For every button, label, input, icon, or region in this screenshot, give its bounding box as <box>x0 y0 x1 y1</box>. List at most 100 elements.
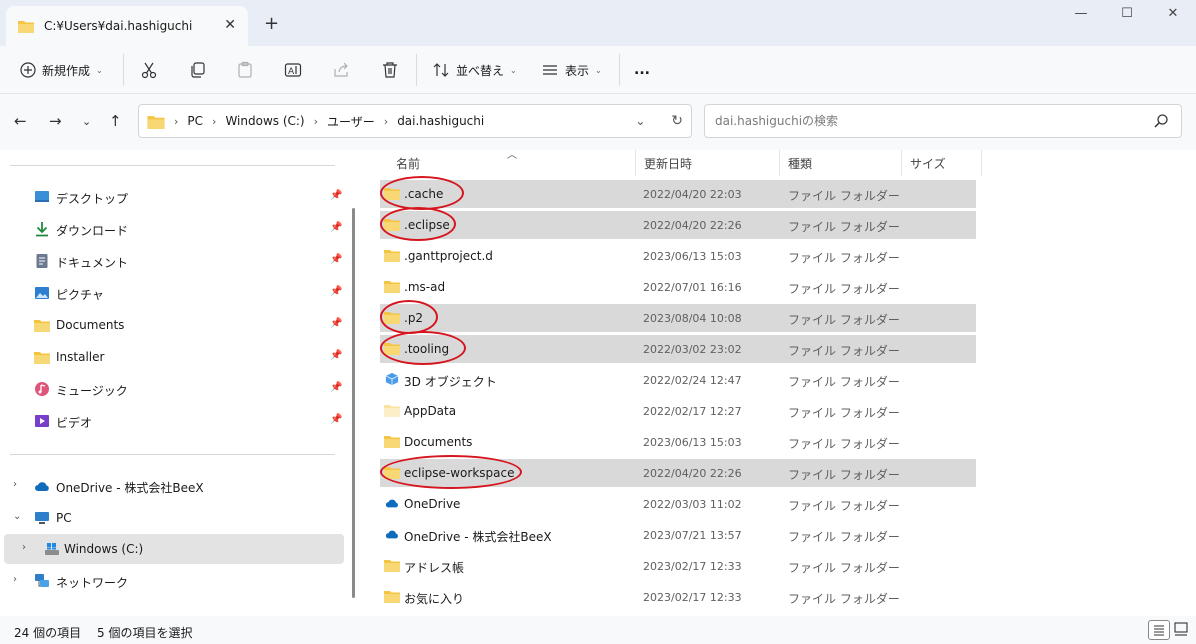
file-name: OneDrive <box>404 497 461 511</box>
column-header-date[interactable]: 更新日時 <box>636 150 780 176</box>
file-row[interactable]: .p2 2023/08/04 10:08 ファイル フォルダー <box>380 304 976 332</box>
folder-icon <box>384 219 400 231</box>
file-row[interactable]: お気に入り 2023/02/17 12:33 ファイル フォルダー <box>380 583 976 611</box>
new-button[interactable]: 新規作成 ⌄ <box>20 58 103 82</box>
minimize-button[interactable]: — <box>1066 6 1096 26</box>
up-button[interactable]: ↑ <box>109 112 122 130</box>
recent-locations-button[interactable]: ⌄ <box>82 115 91 128</box>
pin-icon[interactable]: 📌 <box>330 254 342 265</box>
file-name: Documents <box>404 435 473 449</box>
file-date: 2022/02/24 12:47 <box>643 374 742 387</box>
nav-item-desktop[interactable]: デスクトップ 📌 <box>0 182 344 212</box>
view-button[interactable]: 表示 ⌄ <box>541 58 602 82</box>
share-button[interactable] <box>332 58 350 82</box>
chevron-down-icon[interactable]: ⌄ <box>13 511 21 522</box>
details-view-button[interactable] <box>1148 620 1170 640</box>
sort-button[interactable]: 並べ替え ⌄ <box>432 58 517 82</box>
maximize-button[interactable]: ☐ <box>1112 6 1142 26</box>
file-row[interactable]: Documents 2023/06/13 15:03 ファイル フォルダー <box>380 428 976 456</box>
nav-label: ドキュメント <box>56 256 129 270</box>
rename-button[interactable]: A <box>284 58 302 82</box>
nav-item-windows-c[interactable]: › Windows (C:) <box>4 534 344 564</box>
network-icon <box>35 574 49 587</box>
breadcrumb-separator-icon[interactable]: › <box>384 115 388 128</box>
nav-item-pictures[interactable]: ピクチャ 📌 <box>0 278 344 308</box>
file-type: ファイル フォルダー <box>788 344 900 358</box>
folder-icon <box>34 320 50 332</box>
folder-icon <box>384 250 400 262</box>
pin-icon[interactable]: 📌 <box>330 318 342 329</box>
new-tab-button[interactable]: + <box>264 13 279 34</box>
file-row[interactable]: OneDrive 2022/03/03 11:02 ファイル フォルダー <box>380 490 976 518</box>
forward-button[interactable]: → <box>49 112 62 130</box>
file-name: .tooling <box>404 342 450 356</box>
nav-item-documents-jp[interactable]: ドキュメント 📌 <box>0 246 344 276</box>
address-bar[interactable]: › PC › Windows (C:) › ユーザー › dai.hashigu… <box>138 104 692 138</box>
breadcrumb-users[interactable]: ユーザー <box>327 113 375 130</box>
tab-close-icon[interactable]: ✕ <box>224 17 236 33</box>
chevron-right-icon[interactable]: › <box>22 542 26 553</box>
nav-divider <box>10 454 335 455</box>
nav-item-videos[interactable]: ビデオ 📌 <box>0 406 344 436</box>
back-button[interactable]: ← <box>14 112 27 130</box>
chevron-right-icon[interactable]: › <box>13 479 17 490</box>
file-row[interactable]: .ms-ad 2022/07/01 16:16 ファイル フォルダー <box>380 273 976 301</box>
file-row[interactable]: OneDrive - 株式会社BeeX 2023/07/21 13:57 ファイル … <box>380 521 976 549</box>
folder-icon <box>384 591 400 603</box>
address-dropdown-icon[interactable]: ⌄ <box>635 114 645 128</box>
nav-item-installer[interactable]: Installer 📌 <box>0 342 344 372</box>
breadcrumb-separator-icon[interactable]: › <box>314 115 318 128</box>
chevron-right-icon[interactable]: › <box>13 574 17 585</box>
cut-button[interactable] <box>140 58 158 82</box>
pin-icon[interactable]: 📌 <box>330 222 342 233</box>
paste-button[interactable] <box>236 58 254 82</box>
sort-label: 並べ替え <box>456 63 505 78</box>
pin-icon[interactable]: 📌 <box>330 382 342 393</box>
copy-button[interactable] <box>189 58 207 82</box>
column-header-name[interactable]: 名前 <box>388 150 636 176</box>
file-date: 2023/02/17 12:33 <box>643 560 742 573</box>
nav-item-onedrive-beex[interactable]: › OneDrive - 株式会社BeeX <box>0 471 344 501</box>
nav-item-network[interactable]: › ネットワーク <box>0 566 344 596</box>
nav-item-downloads[interactable]: ダウンロード 📌 <box>0 214 344 244</box>
pin-icon[interactable]: 📌 <box>330 190 342 201</box>
nav-label: デスクトップ <box>56 192 129 206</box>
file-row[interactable]: .cache 2022/04/20 22:03 ファイル フォルダー <box>380 180 976 208</box>
column-header-size[interactable]: サイズ <box>902 150 982 176</box>
breadcrumb-separator-icon[interactable]: › <box>174 115 178 128</box>
breadcrumb-separator-icon[interactable]: › <box>212 115 216 128</box>
pin-icon[interactable]: 📌 <box>330 350 342 361</box>
nav-item-documents[interactable]: Documents 📌 <box>0 310 344 340</box>
nav-scrollbar[interactable] <box>352 208 355 598</box>
pin-icon[interactable]: 📌 <box>330 414 342 425</box>
file-row[interactable]: .eclipse 2022/04/20 22:26 ファイル フォルダー <box>380 211 976 239</box>
refresh-icon[interactable]: ↻ <box>671 113 683 129</box>
view-label: 表示 <box>565 63 590 78</box>
nav-item-music[interactable]: ミュージック 📌 <box>0 374 344 404</box>
file-row[interactable]: .tooling 2022/03/02 23:02 ファイル フォルダー <box>380 335 976 363</box>
video-icon <box>35 415 49 427</box>
file-row[interactable]: 3D オブジェクト 2022/02/24 12:47 ファイル フォルダー <box>380 366 976 394</box>
breadcrumb-drive[interactable]: Windows (C:) <box>225 114 304 128</box>
more-options-button[interactable]: ... <box>634 58 650 82</box>
breadcrumb-user[interactable]: dai.hashiguchi <box>397 114 484 128</box>
drive-icon <box>45 543 59 555</box>
file-row[interactable]: .ganttproject.d 2023/06/13 15:03 ファイル フォルダ… <box>380 242 976 270</box>
music-icon <box>35 382 49 396</box>
file-row[interactable]: アドレス帳 2023/02/17 12:33 ファイル フォルダー <box>380 552 976 580</box>
column-header-type[interactable]: 種類 <box>780 150 902 176</box>
toolbar-divider <box>416 54 417 86</box>
nav-item-pc[interactable]: ⌄ PC <box>0 503 344 533</box>
tab-current[interactable]: C:¥Users¥dai.hashiguchi ✕ <box>6 6 248 46</box>
file-name: .p2 <box>404 311 424 325</box>
breadcrumb-pc[interactable]: PC <box>187 114 203 128</box>
file-row[interactable]: AppData 2022/02/17 12:27 ファイル フォルダー <box>380 397 976 425</box>
search-icon[interactable] <box>1153 113 1169 129</box>
item-count: 24 個の項目 <box>14 626 82 640</box>
close-window-button[interactable]: ✕ <box>1158 6 1188 26</box>
search-input[interactable] <box>705 105 1145 137</box>
pin-icon[interactable]: 📌 <box>330 286 342 297</box>
delete-button[interactable] <box>381 58 399 82</box>
tiles-view-button[interactable] <box>1171 620 1193 640</box>
file-row[interactable]: eclipse-workspace 2022/04/20 22:26 ファイル フォ… <box>380 459 976 487</box>
